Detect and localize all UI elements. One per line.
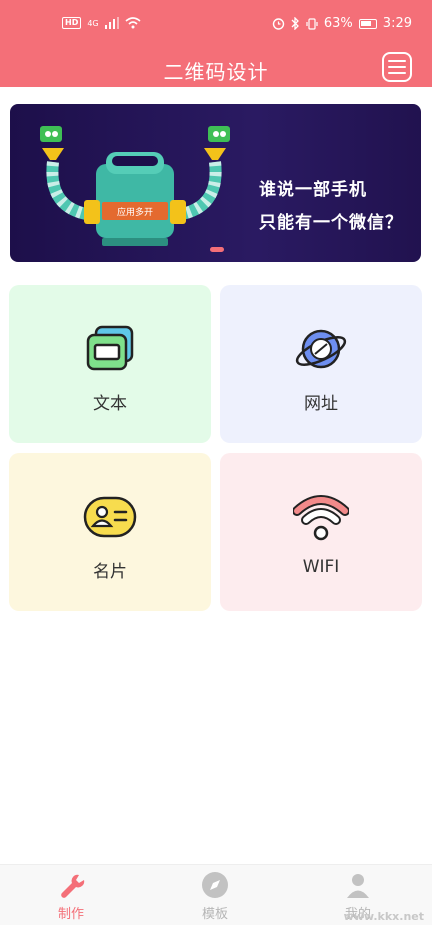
category-card-text[interactable]: 文本 (9, 285, 211, 443)
status-right: 63% 3:29 (272, 16, 412, 31)
signal-icon (104, 17, 119, 29)
robot-sign-text: 应用多开 (117, 206, 153, 218)
bluetooth-icon (291, 17, 299, 30)
promo-banner[interactable]: 应用多开 谁说一部手机 只能有一个微信？ (10, 104, 421, 262)
category-label: WIFI (302, 557, 340, 577)
wrench-icon (61, 874, 85, 898)
menu-button[interactable] (382, 52, 412, 82)
battery-icon (358, 18, 377, 29)
banner-page-indicator (210, 247, 224, 252)
category-label: 网址 (304, 394, 338, 414)
tab-label: 模板 (201, 907, 228, 922)
category-card-business-card[interactable]: 名片 (9, 453, 211, 611)
hd-badge: HD (62, 17, 82, 29)
tab-template[interactable]: 模板 (170, 871, 260, 922)
network-badge: 4G (87, 18, 99, 28)
banner-line-1: 谁说一部手机 (259, 180, 367, 200)
wifi-icon (293, 495, 349, 541)
profile-icon (347, 874, 369, 898)
battery-percent: 63% (323, 16, 353, 31)
wifi-status-icon (125, 17, 141, 29)
banner-line-2: 只能有一个微信？ (259, 213, 403, 233)
banner-text: 谁说一部手机 只能有一个微信？ (259, 174, 403, 240)
tab-make[interactable]: 制作 (26, 871, 116, 922)
status-bar: HD 4G 63% 3:29 (0, 0, 432, 44)
category-card-wifi[interactable]: WIFI (220, 453, 422, 611)
tab-label: 制作 (57, 907, 84, 922)
planet-icon (295, 329, 347, 369)
app-header: HD 4G 63% 3:29 二维码设计 (0, 0, 432, 87)
compass-icon (202, 872, 228, 898)
alarm-icon (272, 18, 285, 30)
text-card-icon (86, 325, 134, 371)
category-label: 文本 (93, 394, 127, 414)
vibrate-icon (306, 17, 318, 30)
contact-card-icon (83, 496, 137, 538)
category-card-url[interactable]: 网址 (220, 285, 422, 443)
status-left: HD 4G (62, 17, 141, 29)
status-time: 3:29 (382, 16, 412, 31)
site-watermark: www.kkx.net (343, 910, 424, 923)
robot-illustration: 应用多开 (40, 126, 230, 246)
page-title: 二维码设计 (163, 60, 269, 84)
category-label: 名片 (93, 562, 127, 582)
